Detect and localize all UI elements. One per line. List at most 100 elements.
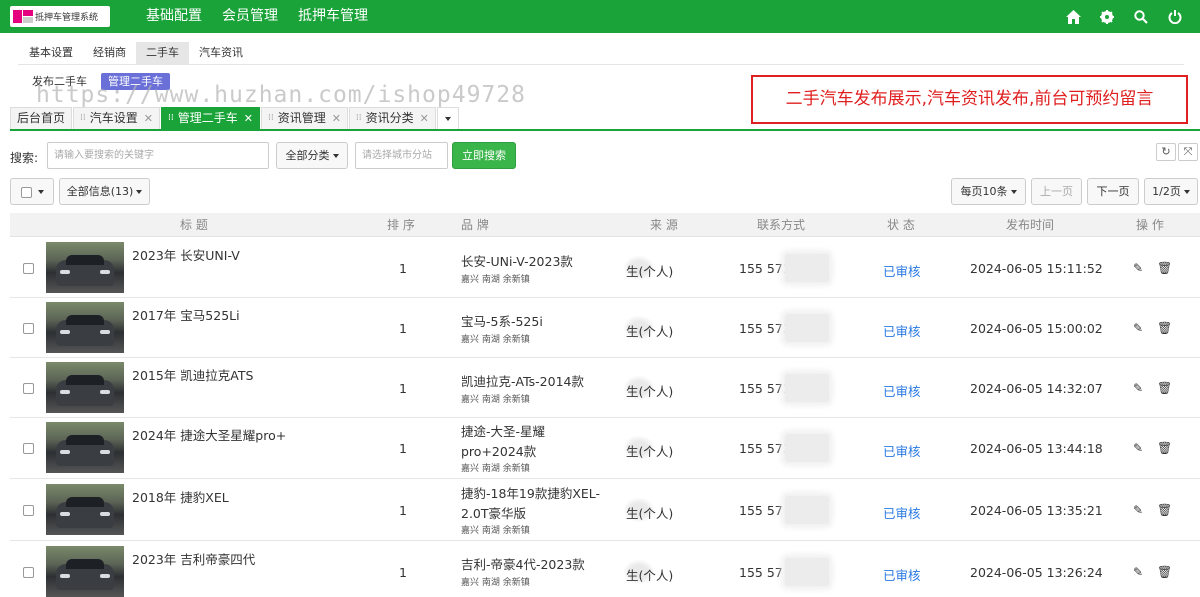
- tab-news-category[interactable]: ⁞⁞ 资讯分类 ✕: [348, 107, 436, 129]
- status-link[interactable]: 已审核: [883, 565, 921, 584]
- nav-basic-config[interactable]: 基础配置: [136, 0, 212, 33]
- page-indicator-dropdown[interactable]: 1/2页: [1144, 178, 1198, 205]
- select-all-dropdown[interactable]: [10, 178, 54, 205]
- redacted-blur: [785, 434, 829, 462]
- table-row: 2015年 凯迪拉克ATS 1 凯迪拉克-ATs-2014款 嘉兴 南湖 余新镇…: [10, 358, 1200, 418]
- edit-icon[interactable]: ✎: [1133, 381, 1143, 395]
- car-thumbnail[interactable]: [46, 484, 124, 535]
- car-title[interactable]: 2023年 长安UNI-V: [132, 245, 240, 264]
- car-title[interactable]: 2023年 吉利帝豪四代: [132, 549, 255, 568]
- close-icon[interactable]: ✕: [144, 108, 153, 129]
- car-title[interactable]: 2015年 凯迪拉克ATS: [132, 365, 253, 384]
- fullscreen-icon[interactable]: ⤧: [1178, 143, 1198, 161]
- edit-icon[interactable]: ✎: [1133, 565, 1143, 579]
- location-text: 嘉兴 南湖 余新镇: [461, 275, 530, 285]
- tab-label: 资讯管理: [277, 111, 326, 125]
- search-submit-button[interactable]: 立即搜索: [452, 142, 516, 169]
- publish-time: 2024-06-05 15:00:02: [970, 321, 1103, 336]
- brand-text: 凯迪拉克-ATs-2014款: [461, 374, 584, 389]
- brand-text: 长安-UNi-V-2023款: [461, 254, 573, 269]
- edit-icon[interactable]: ✎: [1133, 441, 1143, 455]
- drag-grip-icon: ⁞⁞: [355, 113, 362, 123]
- car-thumbnail[interactable]: [46, 362, 124, 413]
- delete-icon[interactable]: 🗑: [1157, 441, 1172, 455]
- refresh-icon[interactable]: ↻: [1156, 143, 1176, 161]
- table-row: 2023年 长安UNI-V 1 长安-UNi-V-2023款 嘉兴 南湖 余新镇…: [10, 238, 1200, 298]
- redacted-blur: [785, 558, 829, 586]
- prev-page-button[interactable]: 上一页: [1031, 178, 1082, 205]
- tab-news-management[interactable]: ⁞⁞ 资讯管理 ✕: [260, 107, 348, 129]
- checkbox[interactable]: [20, 186, 32, 198]
- delete-icon[interactable]: 🗑: [1157, 321, 1172, 335]
- info-filter-dropdown[interactable]: 全部信息(13): [59, 178, 150, 205]
- app-logo[interactable]: 抵押车管理系统: [10, 6, 110, 27]
- edit-icon[interactable]: ✎: [1133, 261, 1143, 275]
- delete-icon[interactable]: 🗑: [1157, 503, 1172, 517]
- row-checkbox[interactable]: [23, 505, 34, 516]
- home-icon[interactable]: [1056, 0, 1090, 33]
- close-icon[interactable]: ✕: [420, 108, 429, 129]
- sort-value: 1: [399, 381, 407, 396]
- location-text: 嘉兴 南湖 余新镇: [461, 464, 530, 474]
- nav-mortgage-car-management[interactable]: 抵押车管理: [288, 0, 378, 33]
- page-tabs: 后台首页 ⁞⁞ 汽车设置 ✕ ⁞⁞ 管理二手车 ✕ ⁞⁞ 资讯管理 ✕ ⁞⁞ 资讯分类 ✕: [10, 107, 459, 129]
- keyword-search-input[interactable]: 请输入要搜索的关键字: [47, 142, 269, 169]
- publish-time: 2024-06-05 13:44:18: [970, 441, 1103, 456]
- top-header: 抵押车管理系统 基础配置 会员管理 抵押车管理: [0, 0, 1200, 33]
- page-indicator-label: 1/2页: [1152, 185, 1181, 198]
- row-checkbox[interactable]: [23, 263, 34, 274]
- delete-icon[interactable]: 🗑: [1157, 261, 1172, 275]
- status-link[interactable]: 已审核: [883, 503, 921, 522]
- phone-text: 155 573: [739, 321, 791, 336]
- brand-text: 宝马-5系-525i: [461, 314, 543, 329]
- close-icon[interactable]: ✕: [244, 108, 253, 129]
- car-title[interactable]: 2017年 宝马525Li: [132, 305, 240, 324]
- phone-text: 155 573: [739, 381, 791, 396]
- edit-icon[interactable]: ✎: [1133, 503, 1143, 517]
- row-checkbox[interactable]: [23, 567, 34, 578]
- status-link[interactable]: 已审核: [883, 381, 921, 400]
- gear-icon[interactable]: [1090, 0, 1124, 33]
- search-icon[interactable]: [1124, 0, 1158, 33]
- row-checkbox[interactable]: [23, 443, 34, 454]
- status-link[interactable]: 已审核: [883, 441, 921, 460]
- status-link[interactable]: 已审核: [883, 261, 921, 280]
- car-title[interactable]: 2024年 捷途大圣星耀pro+: [132, 425, 286, 444]
- subnav-basic-settings[interactable]: 基本设置: [19, 42, 83, 64]
- tabs-more-dropdown[interactable]: [436, 107, 459, 129]
- subnav-car-news[interactable]: 汽车资讯: [189, 42, 253, 64]
- source-text: 生(个人): [626, 264, 674, 279]
- city-station-select[interactable]: 请选择城市分站: [355, 142, 448, 169]
- brand-text: 吉利-帝豪4代-2023款: [461, 557, 585, 572]
- edit-icon[interactable]: ✎: [1133, 321, 1143, 335]
- logo-mark-icon: [13, 10, 33, 23]
- drag-grip-icon: ⁞⁞: [267, 113, 274, 123]
- next-page-button[interactable]: 下一页: [1087, 178, 1139, 205]
- delete-icon[interactable]: 🗑: [1157, 381, 1172, 395]
- car-thumbnail[interactable]: [46, 242, 124, 293]
- tab-car-settings[interactable]: ⁞⁞ 汽车设置 ✕: [73, 107, 160, 129]
- category-dropdown[interactable]: 全部分类: [276, 142, 348, 169]
- nav-member-management[interactable]: 会员管理: [212, 0, 288, 33]
- sort-value: 1: [399, 565, 407, 580]
- tab-manage-used-car[interactable]: ⁞⁞ 管理二手车 ✕: [160, 107, 260, 129]
- car-thumbnail[interactable]: [46, 302, 124, 353]
- subnav-dealer[interactable]: 经销商: [83, 42, 136, 64]
- page-size-dropdown[interactable]: 每页10条: [951, 178, 1026, 205]
- car-thumbnail[interactable]: [46, 546, 124, 597]
- row-checkbox[interactable]: [23, 323, 34, 334]
- power-icon[interactable]: [1158, 0, 1192, 33]
- row-checkbox[interactable]: [23, 383, 34, 394]
- tab-label: 资讯分类: [365, 111, 414, 125]
- publish-time: 2024-06-05 13:26:24: [970, 565, 1103, 580]
- car-title[interactable]: 2018年 捷豹XEL: [132, 487, 229, 506]
- delete-icon[interactable]: 🗑: [1157, 565, 1172, 579]
- tab-home[interactable]: 后台首页: [10, 107, 73, 129]
- drag-grip-icon: ⁞⁞: [80, 113, 86, 123]
- car-thumbnail[interactable]: [46, 422, 124, 473]
- close-icon[interactable]: ✕: [332, 108, 341, 129]
- subnav-used-car[interactable]: 二手车: [136, 42, 189, 64]
- col-status: 状 态: [887, 218, 915, 232]
- status-link[interactable]: 已审核: [883, 321, 921, 340]
- table-row: 2023年 吉利帝豪四代 1 吉利-帝豪4代-2023款 嘉兴 南湖 余新镇 生…: [10, 542, 1200, 597]
